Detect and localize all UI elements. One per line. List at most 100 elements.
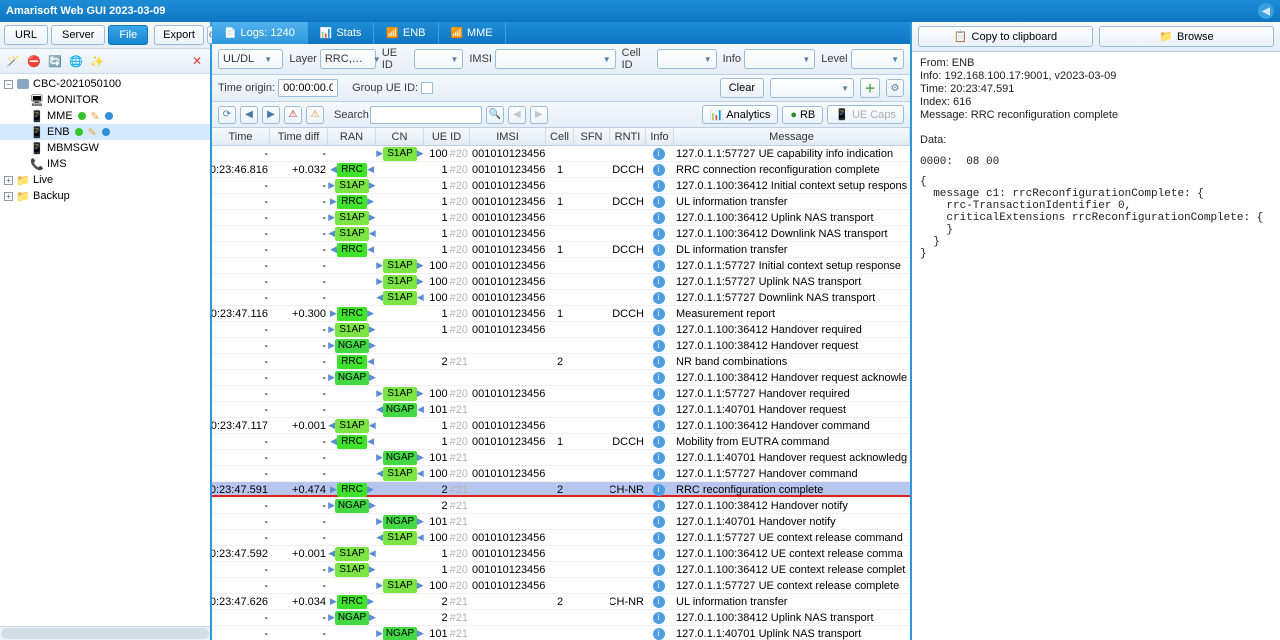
layer-combo[interactable]: RRC,…▼ — [320, 49, 376, 69]
spark-icon[interactable]: ✨ — [88, 52, 106, 70]
copy-button[interactable]: 📋Copy to clipboard — [918, 26, 1093, 47]
log-row[interactable]: --◀RRC◀1#200010101234567891DCCHiMobility… — [212, 434, 910, 450]
info-icon[interactable]: i — [653, 340, 665, 352]
col-ran[interactable]: RAN — [328, 128, 376, 145]
info-icon[interactable]: i — [653, 484, 665, 496]
info-icon[interactable]: i — [653, 516, 665, 528]
log-row[interactable]: --▶NGAP▶i127.0.1.100:38412 Handover requ… — [212, 338, 910, 354]
log-row[interactable]: --▶NGAP▶101#21i127.0.1.1:40701 Uplink NA… — [212, 626, 910, 640]
info-icon[interactable]: i — [653, 372, 665, 384]
log-row[interactable]: --▶S1AP▶1#20001010123456789i127.0.1.100:… — [212, 210, 910, 226]
col-message[interactable]: Message — [674, 128, 910, 145]
top-tab-logs[interactable]: 📄Logs: 1240 — [212, 22, 308, 44]
log-row[interactable]: --▶S1AP▶100#20001010123456789i127.0.1.1:… — [212, 274, 910, 290]
warn-red-icon[interactable]: ⚠ — [284, 106, 302, 124]
log-row[interactable]: --◀RRC◀1#200010101234567891DCCHiDL infor… — [212, 242, 910, 258]
info-icon[interactable]: i — [653, 436, 665, 448]
info-icon[interactable]: i — [653, 196, 665, 208]
log-row[interactable]: --▶S1AP▶100#20001010123456789i127.0.1.1:… — [212, 146, 910, 162]
log-row[interactable]: --▶NGAP▶101#21i127.0.1.1:40701 Handover … — [212, 450, 910, 466]
tree-node-enb[interactable]: 📱ENB✎ — [0, 124, 210, 140]
col-time-diff[interactable]: Time diff — [270, 128, 328, 145]
log-row[interactable]: 20:23:47.626+0.034▶RRC▶2#212DCCH-NRiUL i… — [212, 594, 910, 610]
tree-node-cbc-2021050100[interactable]: −CBC-2021050100 — [0, 76, 210, 92]
log-row[interactable]: --▶S1AP▶100#20001010123456789i127.0.1.1:… — [212, 258, 910, 274]
info-icon[interactable]: i — [653, 500, 665, 512]
refresh-icon[interactable]: 🔄 — [46, 52, 64, 70]
log-row[interactable]: --▶S1AP▶1#20001010123456789i127.0.1.100:… — [212, 178, 910, 194]
browse-button[interactable]: 📁Browse — [1099, 26, 1274, 47]
tree-node-mbmsgw[interactable]: 📱MBMSGW — [0, 140, 210, 156]
info-icon[interactable]: i — [653, 404, 665, 416]
stop-icon[interactable]: ⛔ — [25, 52, 43, 70]
tab-server[interactable]: Server — [51, 25, 105, 45]
info-icon[interactable]: i — [653, 180, 665, 192]
col-rnti[interactable]: RNTI — [610, 128, 646, 145]
info-icon[interactable]: i — [653, 244, 665, 256]
log-row[interactable]: --▶S1AP▶100#20001010123456789i127.0.1.1:… — [212, 386, 910, 402]
tree-node-backup[interactable]: +📁Backup — [0, 188, 210, 204]
clear-combo[interactable]: ▼ — [770, 78, 854, 98]
log-row[interactable]: --◀S1AP◀100#20001010123456789i127.0.1.1:… — [212, 466, 910, 482]
log-row[interactable]: --▶S1AP▶1#20001010123456789i127.0.1.100:… — [212, 562, 910, 578]
info-combo[interactable]: ▼ — [744, 49, 815, 69]
log-row[interactable]: --▶S1AP▶100#20001010123456789i127.0.1.1:… — [212, 578, 910, 594]
filter-gear-icon[interactable]: ⚙ — [886, 79, 904, 97]
col-sfn[interactable]: SFN — [574, 128, 610, 145]
search-next-icon[interactable]: ▶ — [530, 106, 548, 124]
cellid-combo[interactable]: ▼ — [657, 49, 716, 69]
uecaps-button[interactable]: 📱UE Caps — [827, 105, 904, 124]
log-row[interactable]: 20:23:47.117+0.001◀S1AP◀1#20001010123456… — [212, 418, 910, 434]
analytics-button[interactable]: 📊Analytics — [702, 105, 779, 124]
tree-node-monitor[interactable]: 🖥MONITOR — [0, 92, 210, 108]
log-row[interactable]: --▶S1AP▶1#20001010123456789i127.0.1.100:… — [212, 322, 910, 338]
level-combo[interactable]: ▼ — [851, 49, 904, 69]
info-icon[interactable]: i — [653, 420, 665, 432]
info-icon[interactable]: i — [653, 308, 665, 320]
col-info[interactable]: Info — [646, 128, 674, 145]
search-input[interactable] — [370, 106, 482, 124]
info-icon[interactable]: i — [653, 468, 665, 480]
info-icon[interactable]: i — [653, 212, 665, 224]
info-icon[interactable]: i — [653, 628, 665, 640]
col-time[interactable]: Time — [212, 128, 270, 145]
info-icon[interactable]: i — [653, 292, 665, 304]
add-button[interactable]: ＋ — [860, 78, 880, 98]
info-icon[interactable]: i — [653, 228, 665, 240]
binoculars-icon[interactable]: 🔍 — [486, 106, 504, 124]
warn-yellow-icon[interactable]: ⚠ — [306, 106, 324, 124]
grid-body[interactable]: --▶S1AP▶100#20001010123456789i127.0.1.1:… — [212, 146, 910, 640]
log-row[interactable]: --▶NGAP▶2#21i127.0.1.100:38412 Uplink NA… — [212, 610, 910, 626]
group-ueid-checkbox[interactable] — [421, 82, 433, 94]
info-icon[interactable]: i — [653, 452, 665, 464]
log-row[interactable]: 20:23:47.592+0.001◀S1AP◀1#20001010123456… — [212, 546, 910, 562]
info-icon[interactable]: i — [653, 612, 665, 624]
info-icon[interactable]: i — [653, 388, 665, 400]
export-button[interactable]: Export — [154, 25, 204, 45]
rb-button[interactable]: ●RB — [782, 106, 823, 124]
log-row[interactable]: --▶NGAP▶101#21i127.0.1.1:40701 Handover … — [212, 514, 910, 530]
search-prev-icon[interactable]: ◀ — [508, 106, 526, 124]
uldl-combo[interactable]: UL/DL▼ — [218, 49, 283, 69]
col-ue-id[interactable]: UE ID — [424, 128, 470, 145]
clear-button[interactable]: Clear — [720, 78, 764, 98]
log-row[interactable]: --◀S1AP◀1#20001010123456789i127.0.1.100:… — [212, 226, 910, 242]
info-icon[interactable]: i — [653, 564, 665, 576]
log-row[interactable]: --◀S1AP◀100#20001010123456789i127.0.1.1:… — [212, 530, 910, 546]
log-row[interactable]: --▶NGAP▶i127.0.1.100:38412 Handover requ… — [212, 370, 910, 386]
time-origin-input[interactable] — [278, 79, 338, 97]
ueid-combo[interactable]: ▼ — [414, 49, 464, 69]
log-row[interactable]: 20:23:47.591+0.474▶RRC▶2#212DCCH-NRiRRC … — [212, 482, 910, 498]
nav-fwd-icon[interactable]: ▶ — [262, 106, 280, 124]
collapse-icon[interactable]: ◀ — [1258, 3, 1274, 19]
info-icon[interactable]: i — [653, 324, 665, 336]
tab-url[interactable]: URL — [4, 25, 48, 45]
log-row[interactable]: 20:23:47.116+0.300▶RRC▶1#200010101234567… — [212, 306, 910, 322]
col-cn[interactable]: CN — [376, 128, 424, 145]
tab-file[interactable]: File — [108, 25, 148, 45]
wand-icon[interactable]: 🪄 — [4, 52, 22, 70]
log-row[interactable]: --▶NGAP▶2#21i127.0.1.100:38412 Handover … — [212, 498, 910, 514]
info-icon[interactable]: i — [653, 260, 665, 272]
log-row[interactable]: --RRC◀2#212iNR band combinations — [212, 354, 910, 370]
log-row[interactable]: 20:23:46.816+0.032◀RRC◀1#200010101234567… — [212, 162, 910, 178]
